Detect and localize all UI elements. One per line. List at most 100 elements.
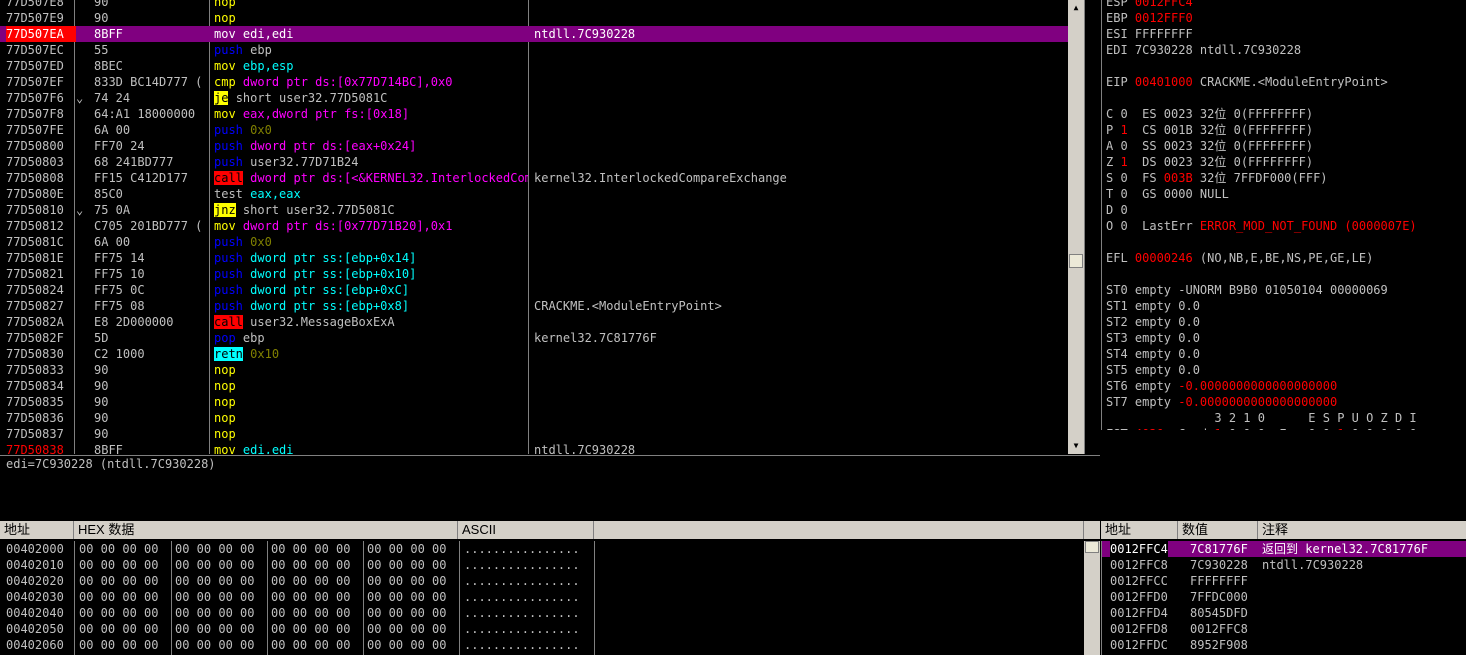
- dump-header-ascii[interactable]: ASCII: [458, 521, 594, 539]
- register-row[interactable]: T 0 GS 0000 NULL: [1106, 186, 1229, 202]
- stack-row[interactable]: 0012FFD4 80545DFD: [1102, 605, 1466, 621]
- register-row[interactable]: D 0: [1106, 202, 1128, 218]
- disasm-row[interactable]: 77D50834 90 nop: [0, 378, 1084, 394]
- disasm-row[interactable]: 77D507ED 8BEC mov ebp,esp: [0, 58, 1084, 74]
- disasm-row[interactable]: 77D5082A E8 2D000000 call user32.MessageBo…: [0, 314, 1084, 330]
- register-row[interactable]: ESP 0012FFC4: [1106, 0, 1193, 10]
- disasm-row[interactable]: 77D50827 FF75 08 push dword ptr ss:[ebp+0x…: [0, 298, 1084, 314]
- disasm-row[interactable]: 77D50810 ⌄ 75 0A jnz short user32.77D5081C: [0, 202, 1084, 218]
- stack-row[interactable]: 0012FFC4 7C81776F 返回到 kernel32.7C81776F: [1102, 541, 1466, 557]
- scroll-thumb[interactable]: [1085, 541, 1099, 553]
- disasm-comment: [534, 250, 1082, 266]
- dump-header-hex[interactable]: HEX 数据: [74, 521, 458, 539]
- disasm-row[interactable]: 77D507E8 90 nop: [0, 0, 1084, 10]
- jump-arrow-icon: [76, 314, 86, 330]
- dump-header-address[interactable]: 地址: [0, 521, 74, 539]
- disasm-row[interactable]: 77D5080E 85C0 test eax,eax: [0, 186, 1084, 202]
- register-row[interactable]: EBP 0012FFF0: [1106, 10, 1193, 26]
- dump-scrollbar[interactable]: [1084, 541, 1100, 655]
- dump-row[interactable]: 00402040 00 00 00 00 00 00 00 00 00 00 00 0…: [0, 605, 600, 621]
- disasm-row[interactable]: 77D5081C 6A 00 push 0x0: [0, 234, 1084, 250]
- register-row[interactable]: ST4 empty 0.0: [1106, 346, 1200, 362]
- disasm-comment: [534, 362, 1082, 378]
- stack-row[interactable]: 0012FFC8 7C930228 ntdll.7C930228: [1102, 557, 1466, 573]
- register-row[interactable]: P 1 CS 001B 32位 0(FFFFFFFF): [1106, 122, 1313, 138]
- register-row[interactable]: S 0 FS 003B 32位 7FFDF000(FFF): [1106, 170, 1328, 186]
- register-segment: 32位 7FFDF000(FFF): [1192, 171, 1328, 185]
- disasm-row[interactable]: 77D50808 FF15 C412D177 call dword ptr ds:[…: [0, 170, 1084, 186]
- dump-row[interactable]: 00402000 00 00 00 00 00 00 00 00 00 00 00 0…: [0, 541, 600, 557]
- register-row[interactable]: ST5 empty 0.0: [1106, 362, 1200, 378]
- disasm-row[interactable]: 77D50821 FF75 10 push dword ptr ss:[ebp+0x…: [0, 266, 1084, 282]
- disasm-operands: dword ptr ds:[<&KERNEL32.InterlockedComp…: [250, 171, 528, 185]
- disasm-row[interactable]: 77D5082F 5D pop ebp kernel32.7C81776F: [0, 330, 1084, 346]
- disasm-row[interactable]: 77D50833 90 nop: [0, 362, 1084, 378]
- register-row[interactable]: ST1 empty 0.0: [1106, 298, 1200, 314]
- register-row[interactable]: ST7 empty -0.0000000000000000000: [1106, 394, 1337, 410]
- disasm-row[interactable]: 77D507EA 8BFF mov edi,edi ntdll.7C930228: [0, 26, 1084, 42]
- stack-row[interactable]: 0012FFCC FFFFFFFF: [1102, 573, 1466, 589]
- stack-row[interactable]: 0012FFD8 0012FFC8: [1102, 621, 1466, 637]
- register-row[interactable]: ST3 empty 0.0: [1106, 330, 1200, 346]
- dump-row[interactable]: 00402060 00 00 00 00 00 00 00 00 00 00 00 0…: [0, 637, 600, 653]
- disasm-row[interactable]: 77D507EC 55 push ebp: [0, 42, 1084, 58]
- disasm-row[interactable]: 77D507EF 833D BC14D777 (cmp dword ptr ds:…: [0, 74, 1084, 90]
- disasm-address: 77D50834: [6, 379, 64, 393]
- disasm-row[interactable]: 77D50824 FF75 0C push dword ptr ss:[ebp+0x…: [0, 282, 1084, 298]
- disasm-row[interactable]: 77D50838 8BFF mov edi,edi ntdll.7C930228: [0, 442, 1084, 454]
- register-row[interactable]: ST6 empty -0.0000000000000000000: [1106, 378, 1337, 394]
- disasm-mnemonic: nop: [214, 395, 236, 409]
- disasm-row[interactable]: 77D507F6 ⌄ 74 24 je short user32.77D5081C: [0, 90, 1084, 106]
- disasm-row[interactable]: 77D507F8 64:A1 18000000 mov eax,dword ptr …: [0, 106, 1084, 122]
- registers-pane[interactable]: ESP 0012FFC4 EBP 0012FFF0 ESI FFFFFFFF EDI …: [1101, 0, 1466, 430]
- register-row[interactable]: EFL 00000246 (NO,NB,E,BE,NS,PE,GE,LE): [1106, 250, 1373, 266]
- register-row[interactable]: EIP 00401000 CRACKME.<ModuleEntryPoint>: [1106, 74, 1388, 90]
- stack-row[interactable]: 0012FFD0 7FFDC000: [1102, 589, 1466, 605]
- stack-pane[interactable]: 0012FFC4 7C81776F 返回到 kernel32.7C81776F 001…: [1101, 541, 1466, 655]
- dump-row[interactable]: 00402030 00 00 00 00 00 00 00 00 00 00 00 0…: [0, 589, 600, 605]
- disasm-row[interactable]: 77D50836 90 nop: [0, 410, 1084, 426]
- register-row[interactable]: Z 1 DS 0023 32位 0(FFFFFFFF): [1106, 154, 1313, 170]
- register-row[interactable]: A 0 SS 0023 32位 0(FFFFFFFF): [1106, 138, 1313, 154]
- register-row[interactable]: ESI FFFFFFFF: [1106, 26, 1193, 42]
- dump-row[interactable]: 00402020 00 00 00 00 00 00 00 00 00 00 00 0…: [0, 573, 600, 589]
- scroll-thumb[interactable]: [1069, 254, 1083, 268]
- disasm-comment: [534, 378, 1082, 394]
- stack-row[interactable]: 0012FFDC 8952F908: [1102, 637, 1466, 653]
- dump-row[interactable]: 00402010 00 00 00 00 00 00 00 00 00 00 00 0…: [0, 557, 600, 573]
- disasm-row[interactable]: 77D507E9 90 nop: [0, 10, 1084, 26]
- register-row[interactable]: EDI 7C930228 ntdll.7C930228: [1106, 42, 1301, 58]
- disassembly-scrollbar[interactable]: ▲ ▼: [1068, 0, 1084, 454]
- stack-header-value[interactable]: 数值: [1178, 521, 1258, 539]
- register-row[interactable]: ST2 empty 0.0: [1106, 314, 1200, 330]
- disasm-row[interactable]: 77D50835 90 nop: [0, 394, 1084, 410]
- stack-value: 80545DFD: [1190, 606, 1248, 620]
- disasm-row[interactable]: 77D507FE 6A 00 push 0x0: [0, 122, 1084, 138]
- disasm-comment: [534, 202, 1082, 218]
- dump-row[interactable]: 00402050 00 00 00 00 00 00 00 00 00 00 00 0…: [0, 621, 600, 637]
- register-row[interactable]: C 0 ES 0023 32位 0(FFFFFFFF): [1106, 106, 1313, 122]
- stack-header-comment[interactable]: 注释: [1258, 521, 1466, 539]
- disasm-row[interactable]: 77D50830 C2 1000 retn 0x10: [0, 346, 1084, 362]
- register-row[interactable]: 3 2 1 0 E S P U O Z D I: [1106, 410, 1416, 426]
- stack-header-address[interactable]: 地址: [1101, 521, 1178, 539]
- register-row[interactable]: O 0 LastErr ERROR_MOD_NOT_FOUND (0000007…: [1106, 218, 1417, 234]
- disasm-row[interactable]: 77D50800 FF70 24 push dword ptr ds:[eax+0x…: [0, 138, 1084, 154]
- disasm-row[interactable]: 77D50812 C705 201BD777 (mov dword ptr ds:…: [0, 218, 1084, 234]
- register-row[interactable]: FST 4020 Cond 1 0 0 0 Err 0 0 1 0 0 0 0 …: [1106, 426, 1417, 430]
- disasm-row[interactable]: 77D5081E FF75 14 push dword ptr ss:[ebp+0x…: [0, 250, 1084, 266]
- register-row[interactable]: ST0 empty -UNORM B9B0 01050104 00000069: [1106, 282, 1388, 298]
- disasm-mnemonic: mov: [214, 27, 236, 41]
- dump-address: 00402040: [6, 606, 64, 620]
- disassembly-pane[interactable]: 77D507E8 90 nop 77D507E9 90 nop 77D507EA 8BFF mo…: [0, 0, 1085, 454]
- scroll-up-icon[interactable]: ▲: [1068, 0, 1084, 16]
- scroll-down-icon[interactable]: ▼: [1068, 438, 1084, 454]
- disasm-address: 77D50837: [6, 427, 64, 441]
- disasm-row[interactable]: 77D50837 90 nop: [0, 426, 1084, 442]
- disasm-operands: short user32.77D5081C: [235, 91, 388, 105]
- dump-hex-group: 00 00 00 00: [79, 542, 159, 556]
- disasm-instruction: nop: [214, 410, 528, 426]
- dump-pane[interactable]: 00402000 00 00 00 00 00 00 00 00 00 00 00 0…: [0, 541, 600, 655]
- disasm-row[interactable]: 77D50803 68 241BD777 push user32.77D71B24: [0, 154, 1084, 170]
- disasm-mnemonic: push: [214, 267, 243, 281]
